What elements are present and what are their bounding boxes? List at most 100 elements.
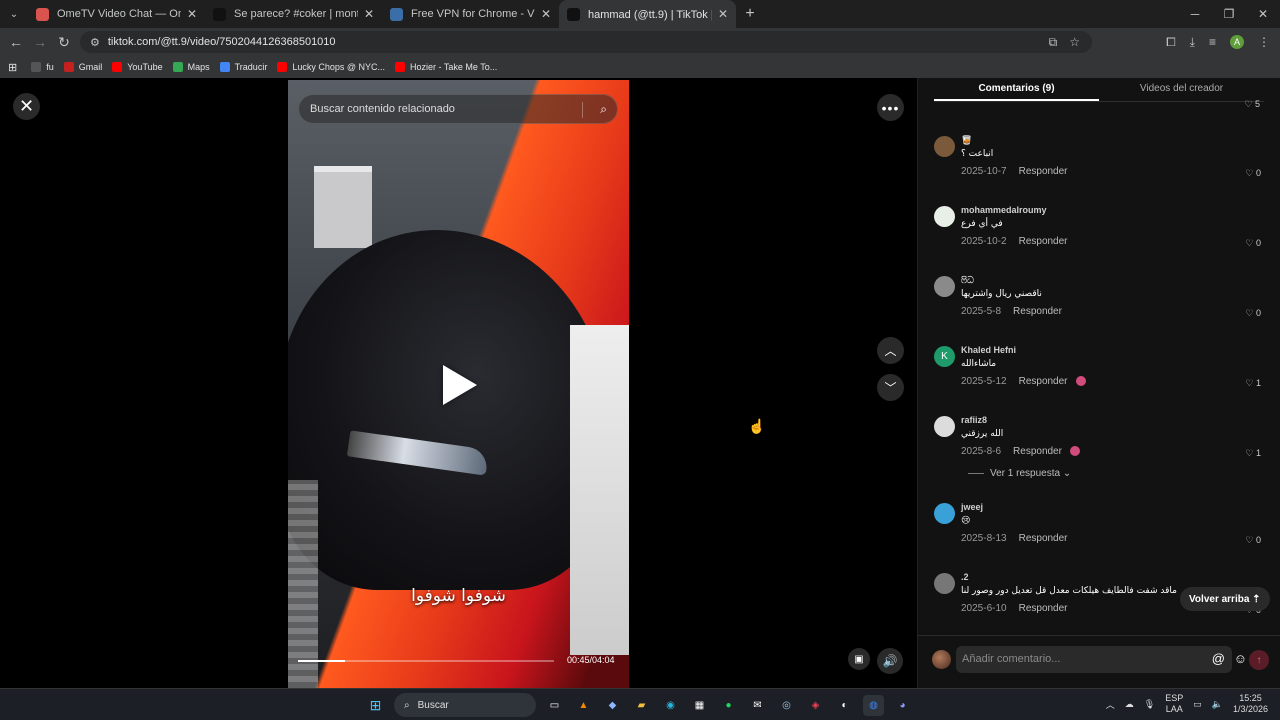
video-progress-bar[interactable] <box>298 660 554 662</box>
github-icon[interactable]: ◐ <box>834 695 855 716</box>
reading-list-icon[interactable]: ≡ <box>1209 35 1216 49</box>
back-button[interactable]: ← <box>4 34 28 50</box>
forward-button[interactable]: → <box>28 34 52 50</box>
browser-menu-icon[interactable]: ⋮ <box>1258 35 1270 49</box>
profile-avatar[interactable]: A <box>1230 35 1244 49</box>
like-button[interactable]: ♡ 0 <box>1245 238 1261 249</box>
see-replies-button[interactable]: Ver 1 respuesta ⌄ <box>968 468 1071 479</box>
task-view-icon[interactable]: ▭ <box>544 695 565 716</box>
address-bar[interactable]: ⚙ tiktok.com/@tt.9/video/750204412636850… <box>80 31 1092 53</box>
copilot-icon[interactable]: ◆ <box>602 695 623 716</box>
tab-close-icon[interactable]: ✕ <box>541 7 551 21</box>
tab-search-button[interactable]: ⌄ <box>0 0 28 28</box>
reply-button[interactable]: Responder <box>1019 166 1068 177</box>
like-button[interactable]: ♡ 0 <box>1245 535 1261 546</box>
bookmark-item[interactable]: Maps <box>172 62 210 72</box>
bookmark-item[interactable]: fu <box>31 62 54 72</box>
language-indicator[interactable]: ESP LAA <box>1165 693 1183 715</box>
comment-avatar[interactable] <box>934 416 955 437</box>
spotify-icon[interactable]: ● <box>718 695 739 716</box>
tab-close-icon[interactable]: ✕ <box>187 7 197 21</box>
tray-overflow-icon[interactable]: ︿ <box>1106 698 1115 711</box>
store-icon[interactable]: ▦ <box>689 695 710 716</box>
comment-username[interactable]: ෆිධ <box>961 275 974 286</box>
bookmark-star-icon[interactable]: ☆ <box>1069 35 1080 49</box>
like-button[interactable]: ♡ 1 <box>1245 448 1261 459</box>
vlc-icon[interactable]: ▲ <box>573 695 594 716</box>
comment-username[interactable]: 🥃 <box>961 135 972 146</box>
reload-button[interactable]: ↻ <box>52 34 76 51</box>
bookmark-item[interactable]: YouTube <box>112 62 163 72</box>
restore-button[interactable]: ❐ <box>1212 0 1246 28</box>
microphone-icon[interactable]: 🎙 <box>1144 699 1155 710</box>
reply-button[interactable]: Responder <box>1013 446 1062 457</box>
browser-tab[interactable]: Se parece? #coker | monte eve ✕ <box>205 0 382 28</box>
related-search-input[interactable]: Buscar contenido relacionado ⌕ <box>298 94 618 124</box>
chrome-icon[interactable]: ◍ <box>863 694 884 716</box>
taskbar-search[interactable]: ⌕ Buscar <box>394 693 536 717</box>
tab-close-icon[interactable]: ✕ <box>718 7 728 21</box>
network-icon[interactable]: ▭ <box>1193 699 1202 710</box>
install-app-icon[interactable]: ⧉ <box>1049 35 1058 50</box>
onedrive-icon[interactable]: ☁ <box>1125 699 1134 710</box>
steam-icon[interactable]: ◎ <box>776 695 797 716</box>
extensions-icon[interactable]: ⧠ <box>1166 35 1176 50</box>
bookmark-item[interactable]: Gmail <box>63 62 102 72</box>
speaker-icon[interactable]: 🔈 <box>1212 699 1223 710</box>
mail-icon[interactable]: ✉ <box>747 695 768 716</box>
reply-button[interactable]: Responder <box>1019 236 1068 247</box>
edge-icon[interactable]: ◉ <box>660 695 681 716</box>
comment-avatar[interactable] <box>934 573 955 594</box>
add-comment-input[interactable]: Añadir comentario... <box>956 646 1232 673</box>
bookmark-item[interactable]: Traducir <box>219 62 267 72</box>
comment-username[interactable]: mohammedalroumy <box>961 205 1047 215</box>
close-video-button[interactable]: ✕ <box>13 93 40 120</box>
like-button[interactable]: ♡ 0 <box>1245 308 1261 319</box>
comment-username[interactable]: rafiiz8 <box>961 415 987 425</box>
comment-avatar[interactable] <box>934 276 955 297</box>
browser-tab[interactable]: hammad (@tt.9) | TikTok | محمد ✕ <box>559 0 736 28</box>
tab-creator-videos[interactable]: Videos del creador <box>1099 78 1264 101</box>
minimize-button[interactable]: ─ <box>1178 0 1212 28</box>
comment-username[interactable]: Khaled Hefni <box>961 345 1016 355</box>
tab-close-icon[interactable]: ✕ <box>364 7 374 21</box>
clock[interactable]: 15:25 1/3/2026 <box>1233 693 1268 715</box>
play-icon[interactable] <box>443 365 477 405</box>
like-button[interactable]: ♡ 0 <box>1245 168 1261 179</box>
previous-video-button[interactable]: ︿ <box>877 337 904 364</box>
emoji-icon[interactable]: ☺ <box>1234 651 1247 666</box>
comment-avatar[interactable] <box>934 206 955 227</box>
bookmark-item[interactable]: Lucky Chops @ NYC... <box>277 62 385 72</box>
discord-icon[interactable]: ◕ <box>892 695 913 716</box>
apps-grid-icon[interactable]: ⊞ <box>8 61 17 74</box>
comment-username[interactable]: .2 <box>961 572 969 582</box>
reply-button[interactable]: Responder <box>1019 376 1068 387</box>
more-options-button[interactable]: ••• <box>877 94 904 121</box>
comment-username[interactable]: jweej <box>961 502 983 512</box>
comment-avatar[interactable] <box>934 503 955 524</box>
browser-tab[interactable]: OmeTV Video Chat — Ome ✕ <box>28 0 205 28</box>
window-close-button[interactable]: ✕ <box>1246 0 1280 28</box>
next-video-button[interactable]: ﹀ <box>877 374 904 401</box>
downloads-icon[interactable]: ⤓ <box>1190 35 1195 50</box>
bookmark-item[interactable]: Hozier - Take Me To... <box>395 62 497 72</box>
floating-player-button[interactable]: ▣ <box>848 648 870 670</box>
reply-button[interactable]: Responder <box>1019 603 1068 614</box>
reply-button[interactable]: Responder <box>1019 533 1068 544</box>
volume-button[interactable]: 🔊 <box>877 648 903 674</box>
like-button[interactable]: ♡ 1 <box>1245 378 1261 389</box>
tab-comments[interactable]: Comentarios (9) <box>934 78 1099 101</box>
comment-avatar[interactable]: K <box>934 346 955 367</box>
video-player[interactable]: Buscar contenido relacionado ⌕ شوفوا شوف… <box>288 80 629 688</box>
browser-tab[interactable]: Free VPN for Chrome - VPN Pro ✕ <box>382 0 559 28</box>
back-to-top-button[interactable]: Volver arriba ⇡ <box>1180 587 1270 611</box>
reply-button[interactable]: Responder <box>1013 306 1062 317</box>
file-explorer-icon[interactable]: ▰ <box>631 695 652 716</box>
start-icon[interactable]: ⊞ <box>365 695 386 716</box>
new-tab-button[interactable]: + <box>736 5 764 23</box>
site-info-icon[interactable]: ⚙ <box>90 36 100 49</box>
comment-avatar[interactable] <box>934 136 955 157</box>
mention-icon[interactable]: @ <box>1212 651 1225 666</box>
search-icon[interactable]: ⌕ <box>600 102 607 117</box>
post-comment-button[interactable]: ↑ <box>1249 650 1269 670</box>
